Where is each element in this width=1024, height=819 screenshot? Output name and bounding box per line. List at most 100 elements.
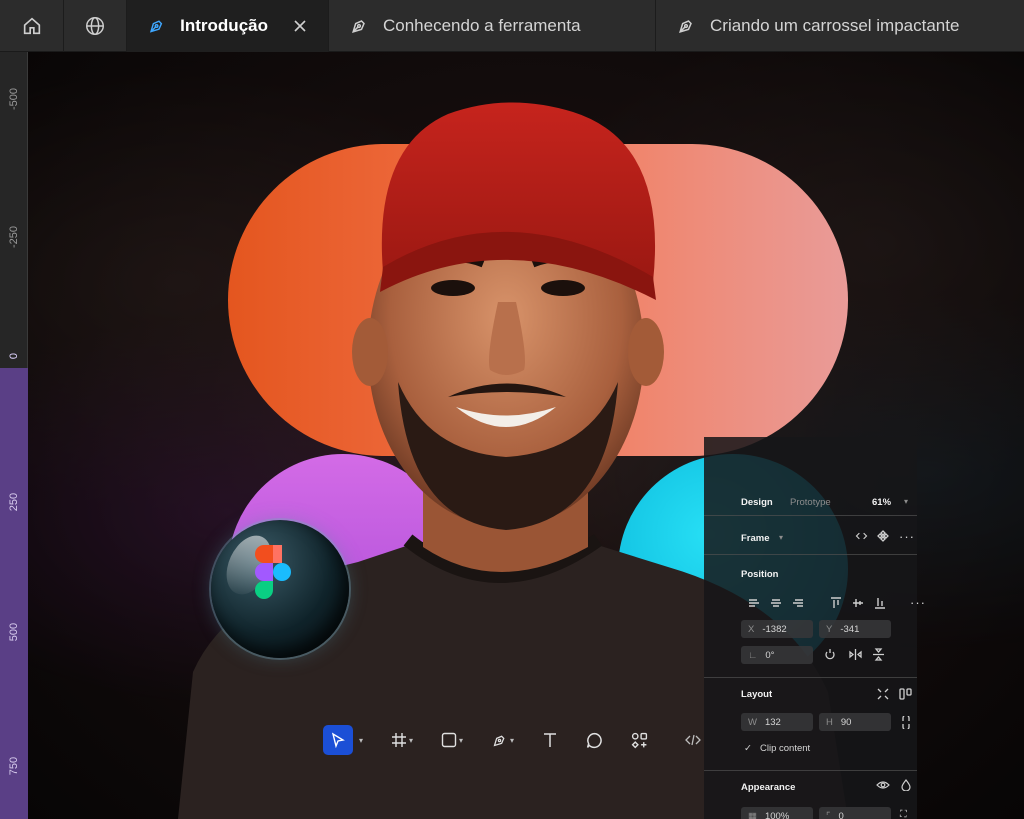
chevron-down-icon: ▾	[459, 735, 464, 745]
chevron-down-icon: ▾	[510, 735, 515, 745]
rectangle-icon	[441, 732, 457, 748]
divider	[704, 554, 917, 555]
components-icon	[631, 732, 648, 748]
move-tool-button[interactable]	[323, 725, 353, 755]
height-label: H	[826, 716, 833, 728]
width-value: 132	[764, 716, 781, 728]
design-panel: Design Prototype 61% ▾ Frame ▾ ··· Posit…	[704, 437, 925, 767]
appearance-section-label: Appearance	[741, 782, 796, 793]
align-middle-icon[interactable]	[852, 597, 864, 609]
opacity-value: 100%	[764, 810, 790, 819]
close-icon	[294, 20, 306, 32]
cursor-icon	[331, 732, 345, 748]
tab-criando[interactable]: Criando um carrossel impactante	[656, 0, 1024, 52]
tab-conhecendo[interactable]: Conhecendo a ferramenta	[329, 0, 656, 52]
rotation-field[interactable]: ∟ 0°	[741, 646, 813, 664]
x-value: -1382	[762, 623, 787, 635]
x-label: X	[748, 623, 755, 635]
ruler-tick-label: -500	[8, 87, 20, 110]
tab-label: Introdução	[180, 16, 268, 35]
close-tab-button[interactable]	[292, 18, 308, 34]
height-field[interactable]: H 90	[819, 713, 891, 731]
tab-label: Criando um carrossel impactante	[710, 16, 960, 35]
tab-prototype[interactable]: Prototype	[790, 497, 831, 508]
ruler-tick-label: 0	[8, 352, 20, 360]
opacity-icon: ▦	[748, 810, 757, 819]
frame-icon	[392, 733, 407, 747]
chevron-down-icon[interactable]: ▾	[904, 497, 908, 506]
layout-section-label: Layout	[741, 689, 773, 700]
ruler-tick-label: 500	[8, 622, 20, 642]
y-value: -341	[840, 623, 860, 635]
x-position-field[interactable]: X -1382	[741, 620, 813, 638]
code-icon[interactable]	[855, 531, 868, 541]
frame-selector[interactable]: Frame	[741, 533, 770, 544]
eye-icon[interactable]	[876, 780, 890, 793]
component-icon[interactable]	[877, 530, 889, 542]
tab-label: Conhecendo a ferramenta	[383, 16, 581, 35]
align-right-icon[interactable]	[792, 598, 804, 608]
opacity-field[interactable]: ▦ 100%	[741, 807, 813, 819]
actions-tool-button[interactable]	[627, 725, 652, 755]
comment-icon	[586, 732, 602, 748]
pen-tool-icon	[352, 20, 365, 33]
home-icon	[23, 17, 40, 35]
width-field[interactable]: W 132	[741, 713, 813, 731]
chevron-down-icon: ▾	[409, 735, 414, 745]
zoom-level[interactable]: 61%	[872, 497, 891, 508]
bottom-toolbar: ▾ ▾ ▾ ▾	[323, 722, 706, 758]
text-tool-button[interactable]	[538, 725, 562, 755]
alignment-buttons: ···	[748, 595, 926, 610]
resize-to-fit-icon[interactable]	[877, 688, 889, 700]
pen-tool-button[interactable]: ▾	[487, 725, 518, 755]
align-top-icon[interactable]	[830, 596, 842, 609]
chevron-down-icon[interactable]: ▾	[359, 736, 363, 745]
pen-tool-icon	[679, 20, 692, 33]
shape-tool-button[interactable]: ▾	[437, 725, 467, 755]
flip-horizontal-icon[interactable]	[849, 648, 862, 661]
corner-radius-value: 0	[838, 810, 844, 819]
browse-button[interactable]	[64, 0, 127, 52]
rotation-icon: ∟	[748, 649, 758, 661]
align-left-icon[interactable]	[748, 598, 760, 608]
clip-content-checkbox[interactable]: ✓	[744, 743, 752, 754]
code-icon	[685, 734, 701, 746]
clip-content-label: Clip content	[760, 743, 811, 754]
rotation-value: 0°	[765, 649, 775, 661]
ruler-tick-label: 750	[8, 756, 20, 776]
home-button[interactable]	[0, 0, 64, 52]
y-label: Y	[826, 623, 833, 635]
pen-icon	[493, 734, 505, 746]
more-options-icon[interactable]: ···	[910, 595, 926, 610]
align-center-icon[interactable]	[770, 598, 782, 608]
divider	[704, 515, 917, 516]
blend-mode-icon[interactable]	[901, 779, 911, 794]
width-label: W	[748, 716, 757, 728]
tab-bar: Introdução Conhecendo a ferramenta Crian…	[0, 0, 1024, 52]
globe-icon	[86, 17, 104, 35]
chevron-down-icon[interactable]: ▾	[779, 533, 783, 542]
vertical-ruler: -500 -250 0 250 500 750	[0, 52, 28, 819]
rotate-icon[interactable]	[824, 648, 836, 662]
corner-radius-field[interactable]: ⌜ 0	[819, 807, 891, 819]
align-bottom-icon[interactable]	[874, 597, 886, 609]
independent-corners-icon[interactable]: ⛶	[900, 809, 907, 819]
tab-introducao[interactable]: Introdução	[127, 0, 329, 52]
constrain-proportions-icon[interactable]	[902, 716, 910, 729]
height-value: 90	[840, 716, 852, 728]
more-options-icon[interactable]: ···	[899, 529, 915, 544]
corner-radius-icon: ⌜	[826, 810, 831, 819]
pen-tool-icon	[149, 20, 163, 33]
text-icon	[544, 733, 557, 747]
ruler-tick-label: 250	[8, 492, 20, 512]
appearance-section: Appearance ▦ 100% ⌜ 0 ⛶	[704, 767, 917, 819]
dev-mode-button[interactable]	[680, 725, 706, 755]
ruler-tick-label: -250	[8, 225, 20, 248]
y-position-field[interactable]: Y -341	[819, 620, 891, 638]
flip-vertical-icon[interactable]	[872, 648, 885, 661]
comment-tool-button[interactable]	[582, 725, 607, 755]
tab-design[interactable]: Design	[741, 497, 773, 508]
auto-layout-icon[interactable]	[899, 688, 912, 700]
figma-logo-icon	[255, 545, 291, 599]
frame-tool-button[interactable]: ▾	[387, 725, 417, 755]
